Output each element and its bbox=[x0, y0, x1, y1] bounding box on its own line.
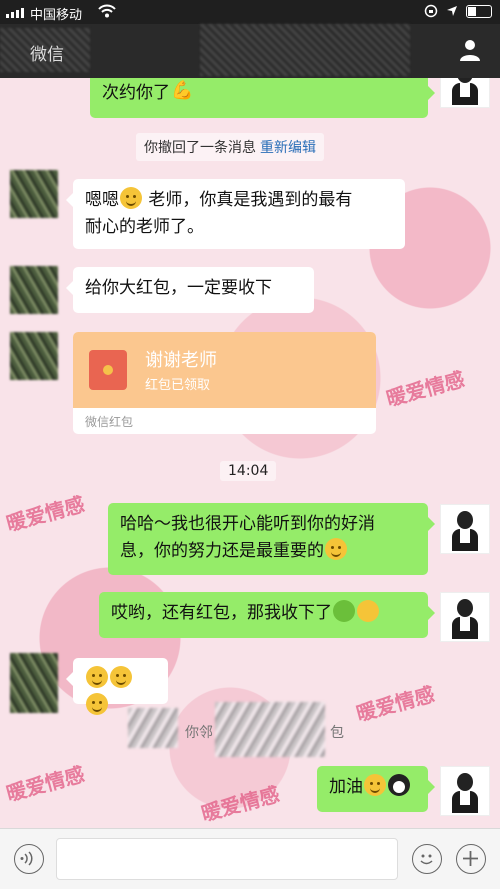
location-icon bbox=[447, 6, 457, 16]
avatar[interactable] bbox=[10, 332, 58, 380]
partial-system-text: 包 bbox=[330, 725, 344, 741]
kiss-emoji-icon bbox=[86, 693, 108, 715]
kiss-emoji-icon bbox=[86, 666, 108, 688]
avatar[interactable] bbox=[10, 653, 58, 713]
rotation-lock-icon bbox=[424, 4, 438, 18]
avatar[interactable] bbox=[440, 592, 490, 642]
redacted-header-area bbox=[200, 24, 410, 76]
message-text: 加油 bbox=[329, 777, 363, 797]
avatar[interactable] bbox=[10, 170, 58, 218]
message-text: 哈哈～我也很开心能听到你的好消 bbox=[120, 514, 375, 534]
message-text: 老师，你真是我遇到的最有 bbox=[148, 190, 353, 210]
flexed-biceps-icon bbox=[171, 78, 193, 104]
message-bubble-incoming[interactable]: 嗯嗯 老师，你真是我遇到的最有 耐心的老师了。 bbox=[66, 179, 405, 249]
smirk-emoji-icon bbox=[325, 538, 347, 560]
chat-title: 微信 bbox=[30, 45, 64, 65]
frog-emoji-icon bbox=[333, 600, 355, 622]
watermark: 暖爱情感 bbox=[3, 762, 88, 806]
message-text: 嗯嗯 bbox=[85, 190, 119, 210]
status-bar: 中国移动 bbox=[0, 0, 500, 24]
redacted-area bbox=[215, 702, 325, 757]
watermark: 暖爱情感 bbox=[383, 367, 468, 411]
watermark: 暖爱情感 bbox=[198, 782, 283, 826]
message-bubble-incoming[interactable]: 给你大红包，一定要收下 bbox=[66, 267, 314, 313]
plus-icon[interactable] bbox=[456, 844, 486, 874]
laughing-emoji-icon bbox=[357, 600, 379, 622]
message-bubble-incoming[interactable] bbox=[66, 658, 168, 715]
message-input[interactable] bbox=[56, 838, 398, 880]
voice-icon[interactable] bbox=[14, 844, 44, 874]
reedit-link[interactable]: 重新编辑 bbox=[260, 140, 316, 156]
smile-emoji-icon bbox=[364, 774, 386, 796]
message-bubble-outgoing[interactable]: 次约你了 bbox=[90, 78, 435, 118]
chat-area[interactable]: 暖爱情感 暖爱情感 暖爱情感 暖爱情感 暖爱情感 次约你了 你撤回了一条消息重新… bbox=[0, 78, 500, 828]
battery-icon bbox=[466, 4, 492, 18]
system-text: 你撤回了一条消息 bbox=[144, 140, 256, 156]
message-text: 给你大红包，一定要收下 bbox=[85, 278, 272, 298]
message-text: 哎哟，还有红包，那我收下了 bbox=[111, 603, 332, 623]
smile-emoji-icon bbox=[120, 187, 142, 209]
red-envelope-icon bbox=[89, 350, 127, 390]
signal-icon bbox=[6, 8, 24, 18]
avatar[interactable] bbox=[440, 78, 490, 108]
message-bubble-outgoing[interactable]: 加油 bbox=[317, 766, 435, 812]
message-text: 耐心的老师了。 bbox=[85, 217, 204, 237]
timestamp: 14:04 bbox=[220, 461, 277, 481]
watermark: 暖爱情感 bbox=[3, 492, 88, 536]
red-packet-title: 谢谢老师 bbox=[145, 350, 217, 371]
kiss-emoji-icon bbox=[110, 666, 132, 688]
red-packet-footer: 微信红包 bbox=[85, 415, 134, 429]
message-bubble-outgoing[interactable]: 哎哟，还有红包，那我收下了 bbox=[99, 592, 435, 638]
partial-system-text: 你邻 bbox=[185, 725, 213, 741]
message-text: 息，你的努力还是最重要的 bbox=[120, 541, 324, 561]
penguin-emoji-icon bbox=[388, 774, 410, 796]
watermark: 暖爱情感 bbox=[353, 682, 438, 726]
chat-header: 微信 bbox=[0, 24, 500, 78]
avatar[interactable] bbox=[10, 266, 58, 314]
system-message: 你撤回了一条消息 重新编辑 bbox=[136, 133, 324, 161]
red-packet-status: 红包已领取 bbox=[145, 378, 211, 393]
avatar[interactable] bbox=[440, 766, 490, 816]
red-packet-card[interactable]: 谢谢老师 红包已领取 微信红包 bbox=[73, 332, 376, 434]
message-bubble-outgoing[interactable]: 哈哈～我也很开心能听到你的好消 息，你的努力还是最重要的 bbox=[108, 503, 435, 575]
input-bar bbox=[0, 828, 500, 889]
carrier-label: 中国移动 bbox=[30, 8, 83, 23]
avatar[interactable] bbox=[440, 504, 490, 554]
wifi-icon bbox=[98, 4, 116, 18]
redacted-area bbox=[128, 708, 178, 748]
message-text: 次约你了 bbox=[102, 83, 170, 103]
emoji-icon[interactable] bbox=[412, 844, 442, 874]
person-icon[interactable] bbox=[458, 38, 482, 62]
